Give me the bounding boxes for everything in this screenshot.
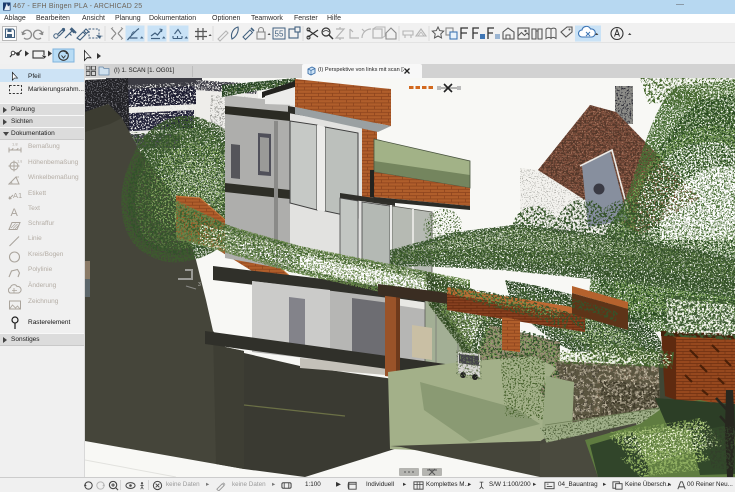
svg-text:3: 3 — [198, 282, 201, 288]
svg-text:A: A — [11, 207, 19, 218]
svg-text:55: 55 — [275, 30, 284, 39]
svg-text:α: α — [17, 174, 20, 179]
svg-text:1.8: 1.8 — [17, 159, 22, 164]
svg-text:1.8: 1.8 — [12, 142, 18, 147]
svg-text:A1: A1 — [13, 191, 22, 200]
